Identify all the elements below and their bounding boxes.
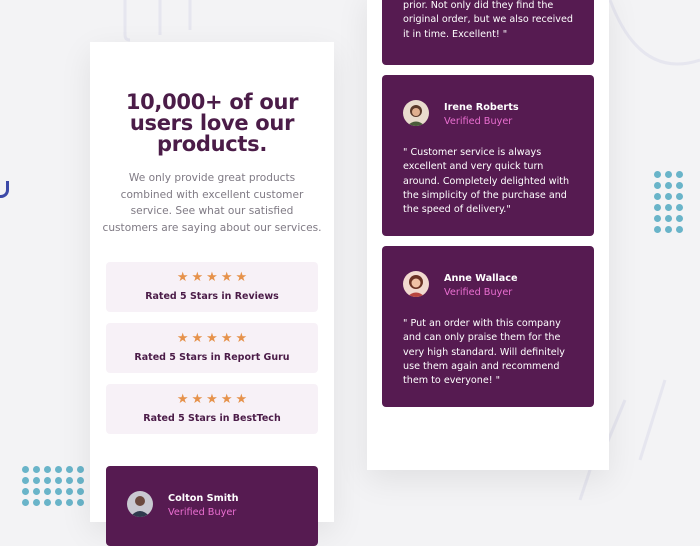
rating-badge: ★★★★★ Rated 5 Stars in Report Guru bbox=[106, 323, 318, 373]
testimonial-card: Irene Roberts Verified Buyer " Customer … bbox=[382, 75, 594, 236]
social-proof-panel: 10,000+ of our users love our products. … bbox=[90, 42, 334, 546]
page-description: We only provide great products combined … bbox=[102, 172, 322, 234]
avatar bbox=[127, 491, 153, 517]
testimonial-author: Colton Smith bbox=[168, 493, 239, 504]
testimonial-card: Colton Smith Verified Buyer bbox=[106, 466, 318, 546]
avatar-image-icon bbox=[403, 100, 429, 126]
testimonial-quote: " Put an order with this company and can… bbox=[403, 318, 565, 387]
star-rating-icon: ★★★★★ bbox=[176, 270, 251, 285]
star-rating-icon: ★★★★★ bbox=[176, 392, 251, 407]
testimonial-author: Irene Roberts bbox=[444, 102, 519, 113]
testimonial-author: Anne Wallace bbox=[444, 273, 518, 284]
avatar-image-icon bbox=[127, 491, 153, 517]
avatar bbox=[403, 271, 429, 297]
testimonial-quote: prior. Not only did they find the origin… bbox=[403, 0, 573, 40]
title-line: 10,000+ of our bbox=[125, 90, 299, 114]
testimonial-card: Anne Wallace Verified Buyer " Put an ord… bbox=[382, 246, 594, 407]
title-line: users love our bbox=[129, 111, 295, 135]
avatar bbox=[403, 100, 429, 126]
avatar-image-icon bbox=[403, 271, 429, 297]
rating-label: Rated 5 Stars in BestTech bbox=[143, 413, 281, 424]
dot-pattern-left bbox=[22, 466, 84, 506]
background-decoration-hook bbox=[0, 181, 9, 198]
rating-badge: ★★★★★ Rated 5 Stars in Reviews bbox=[106, 262, 318, 312]
rating-label: Rated 5 Stars in Report Guru bbox=[134, 352, 290, 363]
testimonials-panel: prior. Not only did they find the origin… bbox=[367, 0, 609, 470]
dot-pattern-right bbox=[654, 171, 683, 233]
testimonial-quote: " Customer service is always excellent a… bbox=[403, 147, 570, 216]
rating-badge: ★★★★★ Rated 5 Stars in BestTech bbox=[106, 384, 318, 434]
testimonial-card: prior. Not only did they find the origin… bbox=[382, 0, 594, 65]
page-title: 10,000+ of our users love our products. bbox=[90, 92, 334, 155]
rating-label: Rated 5 Stars in Reviews bbox=[145, 291, 279, 302]
verified-buyer-badge: Verified Buyer bbox=[444, 116, 513, 127]
title-line: products. bbox=[156, 132, 268, 156]
star-rating-icon: ★★★★★ bbox=[176, 331, 251, 346]
verified-buyer-badge: Verified Buyer bbox=[444, 287, 513, 298]
